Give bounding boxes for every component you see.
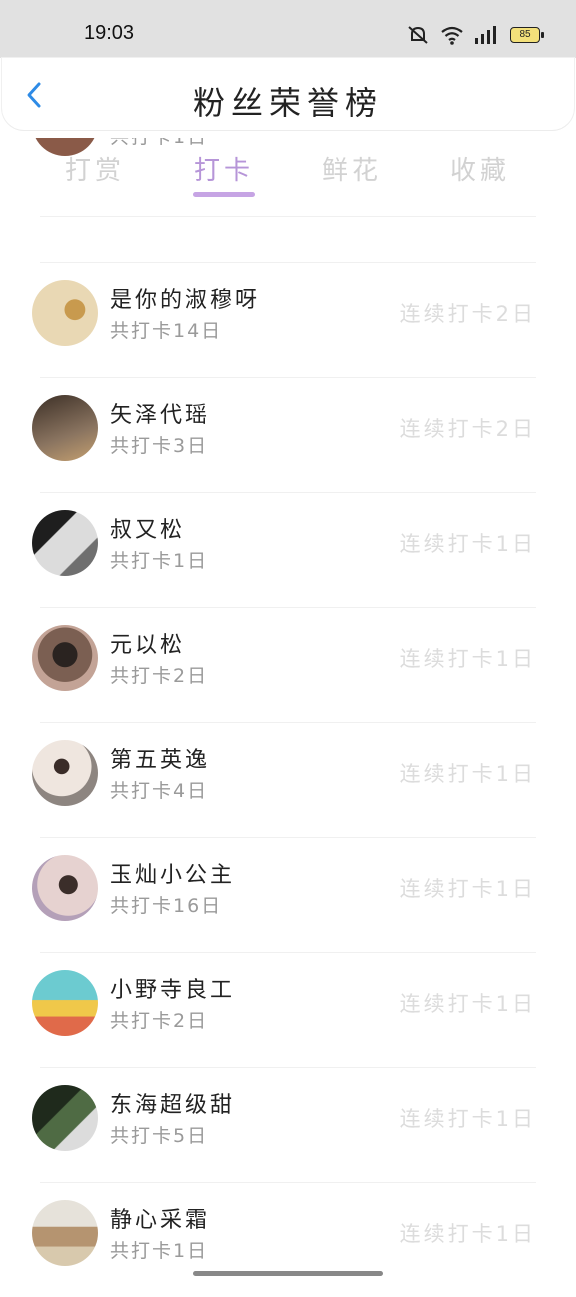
list-item[interactable]: 东海超级甜 共打卡5日 连续打卡1日 [0,1067,576,1182]
status-time: 19:03 [84,22,135,44]
list-item[interactable]: 第五英逸 共打卡4日 连续打卡1日 [0,722,576,837]
page-title: 粉丝荣誉榜 [192,84,383,122]
fan-name: 东海超级甜 [110,1093,236,1118]
streak-checkins: 连续打卡2日 [399,417,536,441]
divider [40,607,536,608]
status-icons: 85 [406,24,544,46]
signal-icon [475,26,496,44]
divider [40,1067,536,1068]
streak-checkins: 连续打卡1日 [399,532,536,556]
home-indicator[interactable] [193,1271,383,1276]
avatar [32,138,98,156]
status-bar: 19:03 85 [0,0,576,58]
total-checkins: 共打卡1日 [110,138,208,149]
divider [40,492,536,493]
total-checkins: 共打卡14日 [110,320,223,342]
avatar [32,1085,98,1151]
battery-icon: 85 [510,27,544,43]
divider [40,1182,536,1183]
list-item[interactable]: 叔又松 共打卡1日 连续打卡1日 [0,492,576,607]
avatar [32,395,98,461]
list-item-partial[interactable]: 共打卡1日 [0,138,576,218]
fan-name: 是你的淑穆呀 [110,288,261,313]
streak-checkins: 连续打卡1日 [399,1222,536,1246]
streak-checkins: 连续打卡1日 [399,1107,536,1131]
streak-checkins: 连续打卡1日 [399,992,536,1016]
fan-name: 矢泽代瑶 [110,403,211,428]
divider [40,262,536,263]
streak-checkins: 连续打卡1日 [399,647,536,671]
total-checkins: 共打卡1日 [110,1240,209,1262]
list-item[interactable]: 小野寺良工 共打卡2日 连续打卡1日 [0,952,576,1067]
total-checkins: 共打卡4日 [110,780,209,802]
avatar [32,970,98,1036]
title-bar: 粉丝荣誉榜 [2,58,574,130]
fan-name: 叔又松 [110,518,186,543]
mute-bell-icon [408,26,428,44]
list-item[interactable]: 元以松 共打卡2日 连续打卡1日 [0,607,576,722]
list-item[interactable]: 是你的淑穆呀 共打卡14日 连续打卡2日 [0,262,576,377]
divider [40,722,536,723]
fan-name: 小野寺良工 [110,978,236,1003]
avatar [32,625,98,691]
streak-checkins: 连续打卡2日 [399,302,536,326]
divider [40,952,536,953]
streak-checkins: 连续打卡1日 [399,877,536,901]
total-checkins: 共打卡2日 [110,665,209,687]
streak-checkins: 连续打卡1日 [399,762,536,786]
fan-name: 元以松 [110,633,186,658]
divider [40,377,536,378]
total-checkins: 共打卡1日 [110,550,209,572]
avatar [32,740,98,806]
total-checkins: 共打卡2日 [110,1010,209,1032]
wifi-icon [441,26,463,45]
total-checkins: 共打卡5日 [110,1125,209,1147]
avatar [32,1200,98,1266]
list-item[interactable]: 玉灿小公主 共打卡16日 连续打卡1日 [0,837,576,952]
avatar [32,855,98,921]
avatar [32,510,98,576]
list-item[interactable]: 矢泽代瑶 共打卡3日 连续打卡2日 [0,377,576,492]
fan-name: 静心采霜 [110,1208,211,1233]
divider [40,837,536,838]
total-checkins: 共打卡3日 [110,435,209,457]
fan-name: 第五英逸 [110,748,211,773]
total-checkins: 共打卡16日 [110,895,223,917]
fan-name: 玉灿小公主 [110,863,236,888]
avatar [32,280,98,346]
